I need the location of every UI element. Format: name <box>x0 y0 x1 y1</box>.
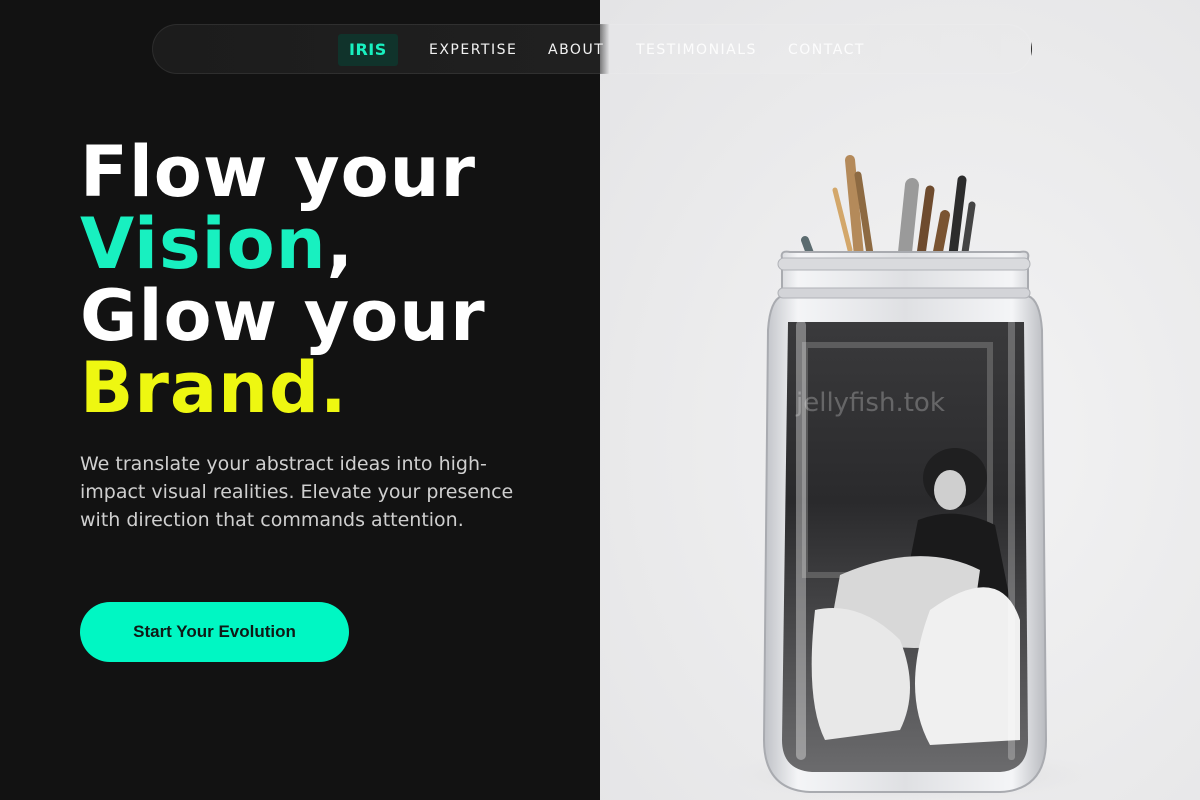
headline-line-2: Vision, <box>80 208 486 280</box>
hero-image-panel: jellyfish.tok <box>600 0 1200 800</box>
image-watermark: jellyfish.tok <box>796 388 945 418</box>
nav-link-testimonials[interactable]: TESTIMONIALS <box>636 40 757 60</box>
nav-link-expertise[interactable]: EXPERTISE <box>429 40 517 60</box>
nav-link-about[interactable]: ABOUT <box>548 40 604 60</box>
hero-subtext: We translate your abstract ideas into hi… <box>80 453 514 531</box>
headline-line-3: Glow your <box>80 275 486 357</box>
headline-comma: , <box>326 203 355 285</box>
headline-brand: Brand. <box>80 347 348 429</box>
nav-link-contact[interactable]: CONTACT <box>788 40 865 60</box>
headline-line-1: Flow your <box>80 131 477 213</box>
start-evolution-button[interactable]: Start Your Evolution <box>80 602 349 662</box>
headline-vision: Vision <box>80 203 327 285</box>
brand-logo[interactable]: IRIS <box>338 34 398 66</box>
hero-headline: Flow your Vision, Glow your Brand. <box>80 136 486 424</box>
top-nav: IRIS EXPERTISE ABOUT TESTIMONIALS CONTAC… <box>152 24 1032 74</box>
